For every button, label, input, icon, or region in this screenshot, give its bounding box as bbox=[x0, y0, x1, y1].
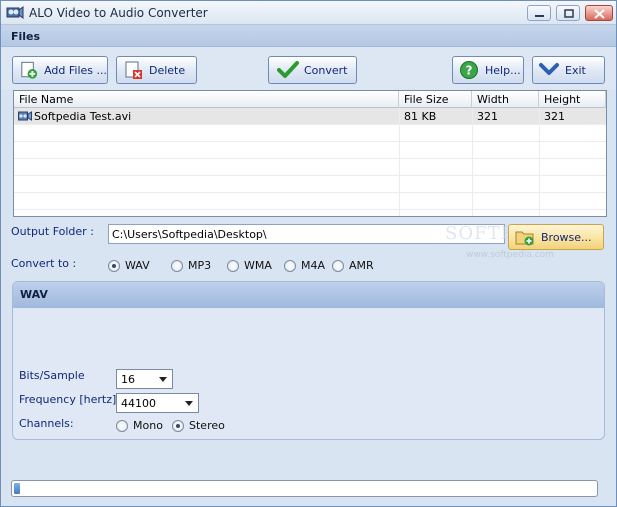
empty-row bbox=[14, 125, 606, 142]
radio-indicator bbox=[172, 419, 184, 432]
column-file-name[interactable]: File Name bbox=[14, 91, 399, 108]
file-name-cell: Softpedia Test.avi bbox=[34, 110, 132, 123]
add-files-label: Add Files ... bbox=[44, 63, 107, 77]
close-button[interactable] bbox=[585, 5, 613, 21]
maximize-button[interactable] bbox=[556, 5, 580, 21]
radio-indicator bbox=[108, 259, 120, 272]
convert-to-label: Convert to : bbox=[11, 257, 77, 270]
radio-mp3[interactable]: MP3 bbox=[171, 259, 211, 272]
radio-mono[interactable]: Mono bbox=[116, 419, 163, 432]
title-bar: ALO Video to Audio Converter bbox=[1, 1, 616, 25]
file-list-header: File Name File Size Width Height bbox=[14, 91, 606, 108]
svg-text:?: ? bbox=[466, 64, 473, 78]
checkmark-icon bbox=[277, 61, 299, 78]
radio-m4a[interactable]: M4A bbox=[284, 259, 325, 272]
help-icon: ? bbox=[460, 61, 478, 79]
table-row[interactable]: Softpedia Test.avi 81 KB 321 321 bbox=[14, 108, 606, 125]
exit-button[interactable]: Exit bbox=[532, 56, 605, 84]
video-file-icon bbox=[18, 111, 32, 121]
add-files-button[interactable]: Add Files ... bbox=[12, 56, 108, 84]
column-file-size[interactable]: File Size bbox=[399, 91, 472, 108]
app-window: ALO Video to Audio Converter Files Add F… bbox=[0, 0, 617, 507]
convert-label: Convert bbox=[304, 63, 348, 77]
radio-stereo-label: Stereo bbox=[189, 419, 225, 432]
bits-sample-select[interactable]: 16 bbox=[116, 369, 173, 389]
close-icon bbox=[594, 9, 605, 19]
radio-wav[interactable]: WAV bbox=[108, 259, 150, 272]
radio-indicator bbox=[284, 259, 296, 272]
radio-mp3-label: MP3 bbox=[188, 259, 212, 272]
help-label: Help... bbox=[485, 63, 521, 77]
output-folder-label: Output Folder : bbox=[11, 225, 94, 238]
film-reel-icon bbox=[6, 6, 24, 19]
softpedia-watermark-url: www.softpedia.com bbox=[466, 250, 554, 260]
frequency-value: 44100 bbox=[121, 397, 156, 410]
radio-wma-label: WMA bbox=[244, 259, 272, 272]
maximize-icon bbox=[564, 9, 574, 18]
column-divider bbox=[399, 108, 400, 216]
chevron-down-icon bbox=[539, 63, 559, 75]
toolbar: Add Files ... Delete Convert ? Help... E… bbox=[1, 47, 616, 89]
radio-wav-label: WAV bbox=[125, 259, 150, 272]
column-width[interactable]: Width bbox=[472, 91, 539, 108]
channels-label: Channels: bbox=[19, 417, 74, 430]
file-size-cell: 81 KB bbox=[404, 110, 437, 123]
radio-amr[interactable]: AMR bbox=[332, 259, 374, 272]
bits-sample-label: Bits/Sample bbox=[19, 369, 85, 382]
files-section-header: Files bbox=[1, 25, 616, 47]
delete-button[interactable]: Delete bbox=[116, 56, 197, 84]
empty-row bbox=[14, 193, 606, 210]
width-cell: 321 bbox=[477, 110, 498, 123]
browse-label: Browse... bbox=[541, 230, 592, 244]
browse-button[interactable]: Browse... bbox=[508, 224, 604, 250]
bits-sample-value: 16 bbox=[121, 373, 135, 386]
convert-button[interactable]: Convert bbox=[268, 56, 357, 84]
radio-m4a-label: M4A bbox=[301, 259, 326, 272]
empty-row bbox=[14, 142, 606, 159]
radio-indicator bbox=[332, 259, 344, 272]
column-divider bbox=[472, 108, 473, 216]
window-title: ALO Video to Audio Converter bbox=[29, 6, 208, 20]
add-folder-icon bbox=[515, 231, 534, 246]
help-button[interactable]: ? Help... bbox=[452, 56, 524, 84]
column-height[interactable]: Height bbox=[539, 91, 606, 108]
empty-row bbox=[14, 159, 606, 176]
wav-panel-title: WAV bbox=[20, 288, 48, 301]
empty-row bbox=[14, 176, 606, 193]
dropdown-arrow-icon bbox=[185, 401, 193, 406]
minimize-icon bbox=[535, 15, 544, 17]
conversion-progress-bar bbox=[11, 480, 598, 497]
height-cell: 321 bbox=[544, 110, 565, 123]
add-file-icon bbox=[21, 61, 38, 79]
column-divider bbox=[539, 108, 540, 216]
delete-file-icon bbox=[125, 61, 142, 79]
file-list[interactable]: File Name File Size Width Height Softped… bbox=[13, 90, 607, 217]
minimize-button[interactable] bbox=[527, 5, 551, 21]
wav-panel-header: WAV bbox=[13, 282, 604, 308]
files-section-title: Files bbox=[11, 30, 41, 43]
wav-settings-panel: WAV bbox=[12, 281, 605, 440]
radio-amr-label: AMR bbox=[349, 259, 374, 272]
frequency-select[interactable]: 44100 bbox=[116, 393, 199, 413]
exit-label: Exit bbox=[565, 63, 586, 77]
radio-wma[interactable]: WMA bbox=[227, 259, 272, 272]
radio-stereo[interactable]: Stereo bbox=[172, 419, 225, 432]
radio-indicator bbox=[171, 259, 183, 272]
radio-indicator bbox=[116, 419, 128, 432]
radio-mono-label: Mono bbox=[133, 419, 163, 432]
dropdown-arrow-icon bbox=[159, 377, 167, 382]
frequency-label: Frequency [hertz] bbox=[19, 393, 117, 406]
delete-label: Delete bbox=[149, 63, 186, 77]
radio-indicator bbox=[227, 259, 239, 272]
progress-fill bbox=[14, 483, 20, 494]
